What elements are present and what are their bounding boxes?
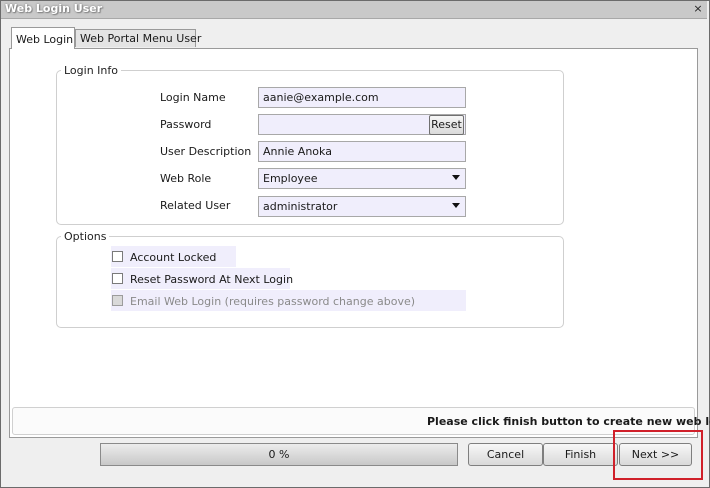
- window-title: Web Login User: [5, 2, 103, 15]
- finish-button[interactable]: Finish: [543, 443, 618, 466]
- web-role-select[interactable]: Employee: [258, 168, 466, 189]
- email-web-login-label: Email Web Login (requires password chang…: [130, 295, 416, 308]
- options-legend: Options: [64, 230, 107, 243]
- related-user-select[interactable]: administrator: [258, 196, 466, 217]
- email-web-login-checkbox: [112, 295, 123, 306]
- highlight-box: [613, 430, 703, 480]
- status-message: Please click finish button to create new…: [427, 415, 710, 428]
- login-name-field[interactable]: aanie@example.com: [258, 87, 466, 108]
- title-bar: [1, 1, 707, 19]
- chevron-down-icon[interactable]: [452, 175, 460, 180]
- web-role-label: Web Role: [160, 172, 212, 185]
- login-info-legend: Login Info: [64, 64, 118, 77]
- reset-password-checkbox[interactable]: [112, 273, 123, 284]
- related-user-value: administrator: [263, 200, 338, 213]
- close-icon[interactable]: ×: [692, 3, 704, 15]
- reset-password-label[interactable]: Reset Password At Next Login: [130, 273, 293, 286]
- reset-password-button[interactable]: Reset: [429, 115, 464, 135]
- user-description-label: User Description: [160, 145, 252, 158]
- user-description-field[interactable]: Annie Anoka: [258, 141, 466, 162]
- tab-web-portal-menu-user[interactable]: Web Portal Menu User: [75, 29, 201, 47]
- progress-text: 0 %: [268, 448, 290, 461]
- account-locked-checkbox[interactable]: [112, 251, 123, 262]
- account-locked-label[interactable]: Account Locked: [130, 251, 216, 264]
- web-role-value: Employee: [263, 172, 318, 185]
- tab-web-login[interactable]: Web Login: [11, 27, 75, 49]
- related-user-label: Related User: [160, 199, 231, 212]
- cancel-button[interactable]: Cancel: [468, 443, 543, 466]
- chevron-down-icon[interactable]: [452, 203, 460, 208]
- login-name-label: Login Name: [160, 91, 226, 104]
- password-label: Password: [160, 118, 212, 131]
